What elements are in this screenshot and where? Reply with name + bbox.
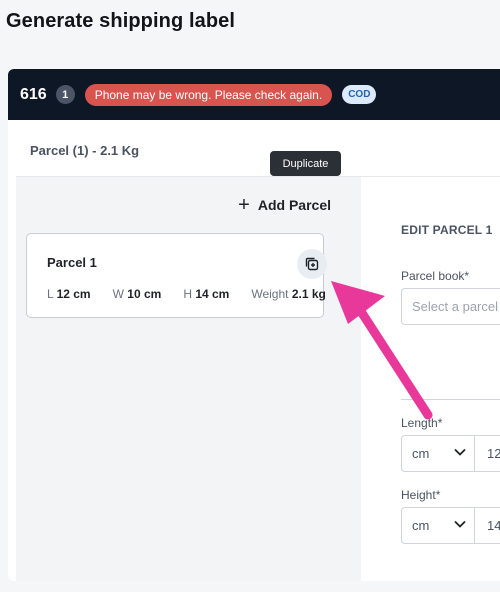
chevron-down-icon (454, 448, 466, 456)
height-unit-select[interactable]: cm (401, 507, 475, 544)
parcel-section: Parcel (1) - 2.1 Kg + Add Parcel Parcel … (16, 125, 500, 581)
divider (401, 399, 500, 400)
order-header: 616 1 Phone may be wrong. Please check a… (8, 69, 500, 120)
parcel-card[interactable]: Parcel 1 L 12 cm W 10 cm H 14 cm Weight 2.1… (26, 233, 327, 318)
order-id: 616 (20, 85, 47, 103)
parcel-name: Parcel 1 (47, 255, 97, 270)
height-value: 14 cm (195, 287, 230, 301)
length-unit-select[interactable]: cm (401, 435, 475, 472)
length-value: 12 cm (56, 287, 91, 301)
parcel-book-select[interactable]: Select a parcel (401, 288, 500, 325)
parcel-summary: Parcel (1) - 2.1 Kg (16, 125, 500, 177)
height-field-label: Height* (401, 488, 441, 502)
order-count-badge: 1 (55, 85, 75, 104)
add-parcel-label: Add Parcel (257, 197, 331, 213)
edit-parcel-panel: EDIT PARCEL 1 Parcel book* Select a parc… (361, 177, 500, 581)
weight-value: 2.1 kg (291, 287, 326, 301)
length-field-label: Length* (401, 416, 443, 430)
add-parcel-button[interactable]: + Add Parcel (238, 194, 331, 216)
plus-icon: + (238, 194, 250, 216)
width-label: W (112, 287, 124, 301)
length-label: L (47, 287, 54, 301)
height-unit-value: cm (412, 518, 430, 533)
cod-badge: COD (342, 85, 377, 104)
width-value: 10 cm (127, 287, 162, 301)
parcel-summary-label: Parcel (1) - 2.1 Kg (30, 143, 140, 158)
duplicate-tooltip: Duplicate (270, 151, 341, 176)
height-label: H (183, 287, 192, 301)
duplicate-icon (305, 257, 319, 271)
height-input[interactable]: 14 (475, 507, 500, 544)
parcel-book-label: Parcel book* (401, 269, 470, 283)
length-unit-value: cm (412, 446, 430, 461)
duplicate-button[interactable] (297, 249, 327, 279)
edit-parcel-title: EDIT PARCEL 1 (401, 223, 493, 237)
page-title: Generate shipping label (6, 10, 236, 32)
chevron-down-icon (454, 520, 466, 528)
length-input[interactable]: 12 (475, 435, 500, 472)
parcel-dimensions: L 12 cm W 10 cm H 14 cm Weight 2.1 kg (47, 287, 326, 301)
phone-warning-badge: Phone may be wrong. Please check again. (84, 83, 333, 106)
shipping-card: 616 1 Phone may be wrong. Please check a… (8, 69, 500, 581)
weight-label: Weight (251, 287, 289, 301)
parcel-list-panel: + Add Parcel Parcel 1 L 12 cm W 10 cm H 14… (16, 177, 361, 581)
